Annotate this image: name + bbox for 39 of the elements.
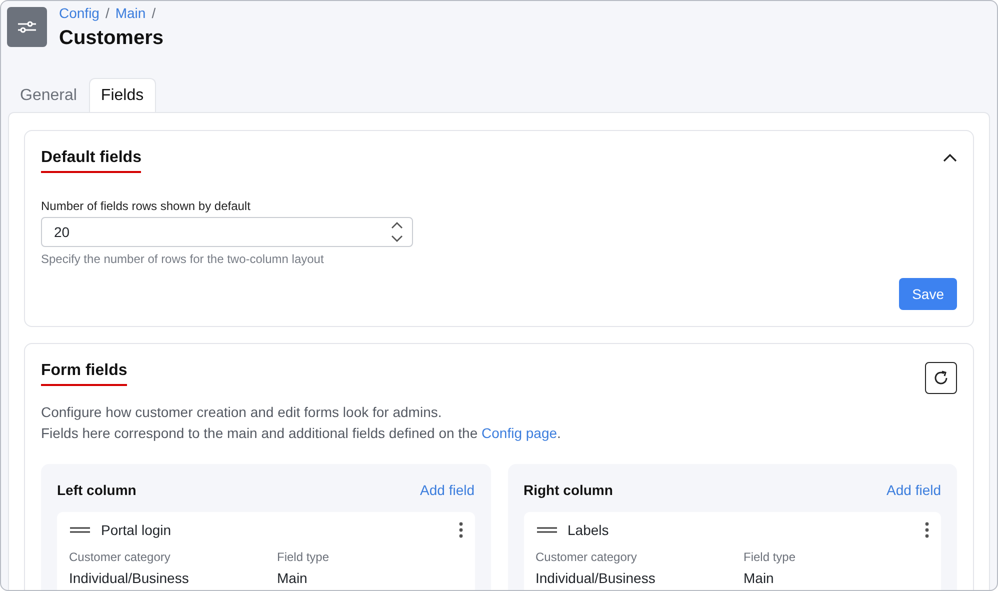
more-icon[interactable] — [458, 522, 462, 538]
field-name: Portal login — [101, 522, 172, 538]
property-label: Field type — [744, 550, 797, 564]
section-title: Form fields — [41, 362, 128, 386]
refresh-button[interactable] — [925, 362, 957, 394]
property-value: Main — [744, 570, 775, 586]
property-label: Customer category — [536, 550, 638, 564]
save-button[interactable]: Save — [899, 278, 957, 310]
more-icon[interactable] — [925, 522, 929, 538]
drag-handle-icon[interactable] — [536, 526, 558, 534]
breadcrumb-link[interactable]: Main — [115, 5, 146, 21]
add-field-link[interactable]: Add field — [420, 482, 474, 498]
field-hint: Specify the number of rows for the two-column layout — [41, 252, 325, 266]
property-value: Individual/Business — [69, 570, 190, 586]
section-title: Default fields — [41, 149, 142, 173]
collapse-icon[interactable] — [943, 153, 957, 162]
number-field[interactable]: 20 — [41, 217, 413, 247]
property-value: Individual/Business — [536, 570, 656, 586]
description-text: Configure how customer creation and edit forms look for admins. — [41, 403, 443, 422]
spinner-icon[interactable] — [390, 221, 404, 243]
description-text: Fields here correspond to the main and additional fields defined on the Config page. — [41, 424, 562, 443]
column-title: Left column — [57, 482, 136, 498]
property-label: Customer category — [69, 550, 172, 564]
field-label: Number of fields rows shown by default — [41, 199, 252, 213]
breadcrumb-separator: / — [105, 5, 110, 21]
tab[interactable]: General — [8, 78, 89, 112]
page-title: Customers — [59, 27, 164, 50]
tab[interactable]: Fields — [88, 78, 156, 112]
drag-handle-icon[interactable] — [69, 526, 91, 534]
property-value: Main — [277, 570, 308, 586]
property-label: Field type — [277, 550, 330, 564]
field-name: Labels — [568, 522, 610, 538]
config-page-link[interactable]: Config page — [482, 425, 558, 441]
column-title: Right column — [524, 482, 613, 498]
add-field-link[interactable]: Add field — [886, 482, 941, 498]
breadcrumb-separator: / — [152, 5, 156, 21]
breadcrumb-link[interactable]: Config — [59, 5, 100, 21]
sliders-icon — [7, 7, 47, 47]
refresh-icon — [933, 370, 949, 386]
